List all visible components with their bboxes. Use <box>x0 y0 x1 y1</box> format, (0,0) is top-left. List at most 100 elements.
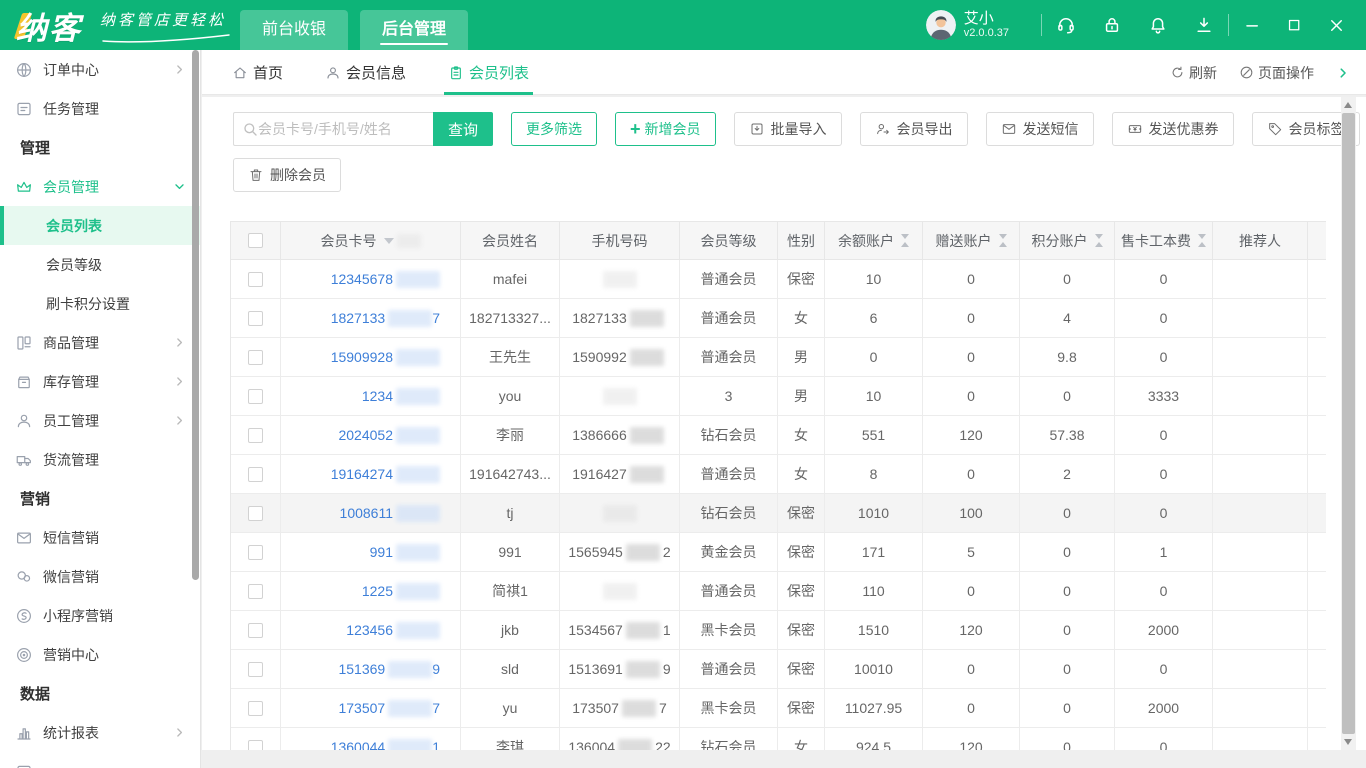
main-scrollbar[interactable] <box>1341 97 1356 750</box>
more-filter-button[interactable]: 更多筛选 <box>511 112 597 146</box>
scrollbar-thumb[interactable] <box>1342 113 1355 734</box>
table-row: 2024052李丽1386666钻石会员女55112057.380 <box>231 416 1326 455</box>
scroll-down-icon[interactable] <box>1344 739 1352 745</box>
member-card-link[interactable]: 9 <box>432 661 440 677</box>
sidebar-item-task-mgmt[interactable]: 任务管理 <box>0 89 200 128</box>
member-card-link[interactable]: 7 <box>432 700 440 716</box>
send-coupon-button[interactable]: 发送优惠券 <box>1112 112 1234 146</box>
member-card-link[interactable]: 991 <box>370 544 393 560</box>
topbar-tab-frontend-cashier[interactable]: 前台收银 <box>240 10 348 50</box>
tab-member-list[interactable]: 会员列表 <box>448 50 529 95</box>
header-col-points[interactable]: 积分账户 <box>1020 222 1115 260</box>
member-card-link[interactable]: 19164274 <box>331 466 393 482</box>
redaction-patch <box>603 583 637 600</box>
row-checkbox[interactable] <box>248 701 263 716</box>
sort-carets-icon[interactable] <box>1198 234 1206 247</box>
coupon-wrap <box>1127 121 1143 137</box>
page-ops-button[interactable]: 页面操作 <box>1239 63 1314 83</box>
row-checkbox[interactable] <box>248 506 263 521</box>
sidebar-item-goods-mgmt[interactable]: 商品管理 <box>0 323 200 362</box>
tab-member-info[interactable]: 会员信息 <box>325 50 406 95</box>
sidebar-item-wechat-marketing[interactable]: 微信营销 <box>0 557 200 596</box>
sort-carets-icon[interactable] <box>901 234 909 247</box>
sidebar-item-member-level[interactable]: 会员等级 <box>0 245 200 284</box>
row-checkbox[interactable] <box>248 662 263 677</box>
row-checkbox[interactable] <box>248 740 263 751</box>
member-card-link[interactable]: 151369 <box>338 661 385 677</box>
sort-carets-icon[interactable] <box>1095 234 1103 247</box>
tab-home[interactable]: 首页 <box>232 50 283 95</box>
cell-checkbox <box>231 533 281 572</box>
member-card-link[interactable]: 173507 <box>338 700 385 716</box>
batch-import-button[interactable]: 批量导入 <box>734 112 842 146</box>
headset-button[interactable] <box>1056 15 1076 35</box>
member-card-link[interactable]: 7 <box>432 310 440 326</box>
row-checkbox[interactable] <box>248 623 263 638</box>
sidebar-item-stats-report[interactable]: 统计报表 <box>0 713 200 752</box>
row-checkbox[interactable] <box>248 272 263 287</box>
member-card-link[interactable]: 1225 <box>362 583 393 599</box>
sidebar-item-logistics-mgmt[interactable]: 货流管理 <box>0 440 200 479</box>
collapse-button[interactable] <box>1336 66 1350 80</box>
sidebar-item-marketing-center[interactable]: 营销中心 <box>0 635 200 674</box>
member-search-input[interactable] <box>258 121 416 137</box>
redaction-patch <box>397 234 421 248</box>
sidebar-item-partial-bottom-item[interactable] <box>0 752 200 768</box>
cell-checkbox <box>231 299 281 338</box>
header-col-card-no[interactable]: 会员卡号 <box>281 222 461 260</box>
member-card-link[interactable]: 1827133 <box>331 310 386 326</box>
member-card-link[interactable]: 1360044 <box>331 739 386 750</box>
sidebar-item-staff-mgmt[interactable]: 员工管理 <box>0 401 200 440</box>
scroll-up-icon[interactable] <box>1344 102 1352 108</box>
sidebar-item-card-points-setting[interactable]: 刷卡积分设置 <box>0 284 200 323</box>
tag-wrap <box>1267 121 1283 137</box>
topbar-tab-backend-manage[interactable]: 后台管理 <box>360 10 468 50</box>
sort-down-icon[interactable] <box>384 238 394 244</box>
header-col-gift[interactable]: 赠送账户 <box>923 222 1020 260</box>
row-checkbox[interactable] <box>248 467 263 482</box>
action-label: 刷新 <box>1189 63 1217 83</box>
sidebar-item-member-list[interactable]: 会员列表 <box>0 206 200 245</box>
sidebar-item-inventory-mgmt[interactable]: 库存管理 <box>0 362 200 401</box>
user-block[interactable]: 艾小 v2.0.0.37 <box>926 10 1009 40</box>
row-checkbox[interactable] <box>248 545 263 560</box>
sidebar-item-miniprogram-marketing[interactable]: 小程序营销 <box>0 596 200 635</box>
row-checkbox[interactable] <box>248 428 263 443</box>
add-member-button[interactable]: +新增会员 <box>615 112 716 146</box>
refresh-button[interactable]: 刷新 <box>1170 63 1217 83</box>
lock-button[interactable] <box>1102 15 1122 35</box>
row-checkbox[interactable] <box>248 311 263 326</box>
header-col-balance[interactable]: 余额账户 <box>825 222 923 260</box>
sidebar: 订单中心任务管理管理会员管理会员列表会员等级刷卡积分设置商品管理库存管理员工管理… <box>0 50 201 768</box>
maximize-button[interactable] <box>1286 17 1303 34</box>
content-panel: 查询 更多筛选+新增会员批量导入会员导出发送短信发送优惠券会员标签 删除会员 会… <box>202 97 1366 750</box>
cell-checkbox <box>231 611 281 650</box>
minimize-button[interactable] <box>1243 16 1262 35</box>
sort-carets-icon[interactable] <box>999 234 1007 247</box>
sidebar-item-sms-marketing[interactable]: 短信营销 <box>0 518 200 557</box>
close-button[interactable] <box>1327 16 1346 35</box>
member-card-link[interactable]: 123456 <box>346 622 393 638</box>
download-button[interactable] <box>1194 15 1214 35</box>
sidebar-item-order-center[interactable]: 订单中心 <box>0 50 200 89</box>
select-all-checkbox[interactable] <box>248 233 263 248</box>
member-card-link[interactable]: 1 <box>432 739 440 750</box>
row-checkbox[interactable] <box>248 389 263 404</box>
sidebar-scrollbar[interactable] <box>192 50 199 580</box>
row-checkbox[interactable] <box>248 584 263 599</box>
member-export-button[interactable]: 会员导出 <box>860 112 968 146</box>
member-card-link[interactable]: 1008611 <box>340 505 393 521</box>
member-card-link[interactable]: 12345678 <box>331 271 393 287</box>
row-checkbox[interactable] <box>248 350 263 365</box>
phone-suffix: 1 <box>663 622 671 638</box>
search-button[interactable]: 查询 <box>433 112 493 146</box>
member-card-link[interactable]: 15909928 <box>331 349 393 365</box>
sidebar-item-member-mgmt[interactable]: 会员管理 <box>0 167 200 206</box>
bell-button[interactable] <box>1148 15 1168 35</box>
send-sms-button[interactable]: 发送短信 <box>986 112 1094 146</box>
delete-member-button[interactable]: 删除会员 <box>233 158 341 192</box>
header-col-fee[interactable]: 售卡工本费 <box>1115 222 1213 260</box>
member-card-link[interactable]: 2024052 <box>338 427 393 443</box>
member-card-link[interactable]: 1234 <box>362 388 393 404</box>
header-col-cut[interactable] <box>1308 222 1326 260</box>
